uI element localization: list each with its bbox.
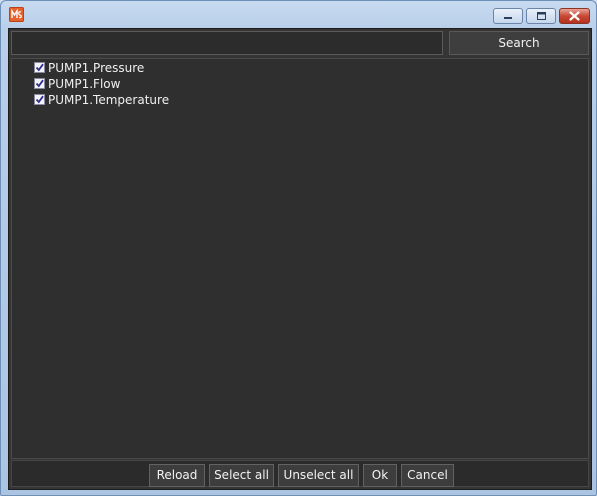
dialog-window: Search PUMP1.Pressure PUMP1.Flow PUMP1.T… (0, 0, 597, 496)
checkbox[interactable] (34, 62, 45, 73)
search-input[interactable] (11, 31, 443, 55)
app-logo-icon (9, 7, 24, 22)
ok-button[interactable]: Ok (363, 464, 397, 487)
maximize-icon (537, 12, 546, 20)
tree-item-label: PUMP1.Temperature (48, 93, 170, 107)
checkmark-icon (35, 63, 44, 72)
checkbox[interactable] (34, 78, 45, 89)
reload-button[interactable]: Reload (149, 464, 205, 487)
cancel-button[interactable]: Cancel (401, 464, 454, 487)
tag-tree[interactable]: PUMP1.Pressure PUMP1.Flow PUMP1.Temperat… (11, 58, 589, 459)
checkbox[interactable] (34, 94, 45, 105)
tree-item-label: PUMP1.Pressure (48, 61, 145, 75)
maximize-button[interactable] (526, 8, 556, 24)
minimize-button[interactable] (493, 8, 523, 24)
minimize-icon (504, 17, 512, 19)
checkmark-icon (35, 95, 44, 104)
checkmark-icon (35, 79, 44, 88)
button-bar: Reload Select all Unselect all Ok Cancel (11, 460, 589, 487)
tree-item-label: PUMP1.Flow (48, 77, 121, 91)
select-all-button[interactable]: Select all (209, 464, 274, 487)
close-icon (569, 11, 580, 21)
dialog-body: Search PUMP1.Pressure PUMP1.Flow PUMP1.T… (8, 28, 592, 490)
unselect-all-button[interactable]: Unselect all (278, 464, 359, 487)
close-button[interactable] (559, 8, 590, 24)
title-bar[interactable] (1, 1, 596, 29)
search-button[interactable]: Search (449, 31, 589, 55)
